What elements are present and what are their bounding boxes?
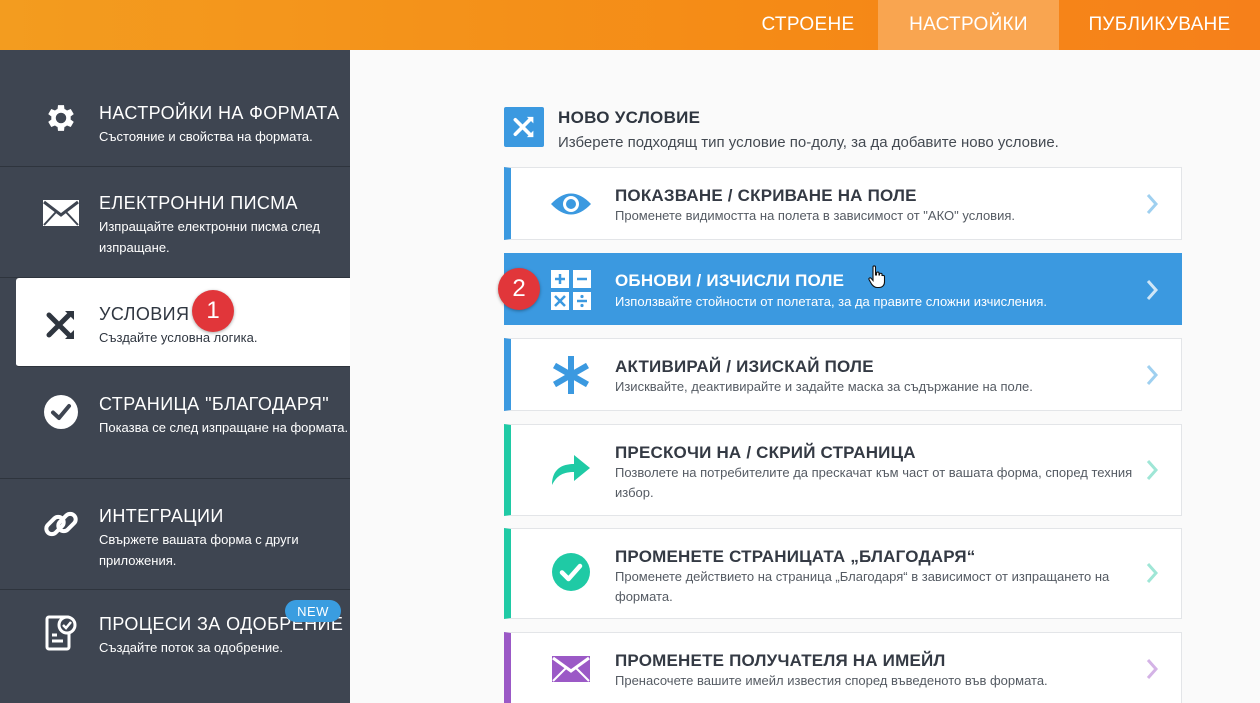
- sidebar-item-title: ИНТЕГРАЦИИ: [99, 506, 224, 526]
- arrow-forward-icon: [547, 445, 595, 493]
- hand-cursor-icon: [868, 265, 886, 289]
- sidebar-item-subtitle: Създайте условна логика.: [99, 330, 258, 345]
- sidebar: НАСТРОЙКИ НА ФОРМАТА Състояние и свойств…: [0, 50, 350, 703]
- sidebar-item-conditions[interactable]: УСЛОВИЯ Създайте условна логика.: [16, 278, 350, 367]
- card-subtitle: Позволете на потребителите да прескачат …: [615, 465, 1133, 500]
- condition-card-update-calculate[interactable]: ОБНОВИ / ИЗЧИСЛИ ПОЛЕ Използвайте стойно…: [504, 253, 1182, 325]
- asterisk-icon: [547, 351, 595, 399]
- sidebar-item-title: ЕЛЕКТРОННИ ПИСМА: [99, 193, 298, 213]
- conditions-icon: [504, 107, 544, 147]
- sidebar-item-subtitle: Свържете вашата форма с други приложения…: [99, 532, 299, 568]
- card-subtitle: Променете действието на страница „Благод…: [615, 569, 1110, 604]
- link-icon: [41, 504, 81, 544]
- chevron-right-icon: [1146, 280, 1159, 300]
- envelope-icon: [547, 645, 595, 693]
- chevron-right-icon: [1146, 659, 1159, 679]
- tab-publish[interactable]: ПУБЛИКУВАНЕ: [1059, 0, 1260, 50]
- sidebar-item-thank-you-page[interactable]: СТРАНИЦА "БЛАГОДАРЯ" Показва се след изп…: [0, 367, 350, 479]
- check-circle-icon: [547, 548, 595, 596]
- sidebar-item-title: НАСТРОЙКИ НА ФОРМАТА: [99, 103, 340, 123]
- conditions-icon: [41, 305, 81, 345]
- sidebar-item-integrations[interactable]: ИНТЕГРАЦИИ Свържете вашата форма с други…: [0, 479, 350, 590]
- condition-card-change-email-recipient[interactable]: ПРОМЕНЕТЕ ПОЛУЧАТЕЛЯ НА ИМЕЙЛ Пренасочет…: [504, 632, 1182, 703]
- chevron-right-icon: [1146, 563, 1159, 583]
- card-title: АКТИВИРАЙ / ИЗИСКАЙ ПОЛЕ: [615, 357, 874, 376]
- new-badge: NEW: [285, 600, 341, 622]
- condition-card-enable-require[interactable]: АКТИВИРАЙ / ИЗИСКАЙ ПОЛЕ Изисквайте, деа…: [504, 338, 1182, 411]
- eye-icon: [547, 180, 595, 228]
- sidebar-item-title: УСЛОВИЯ: [99, 304, 190, 324]
- condition-card-show-hide[interactable]: ПОКАЗВАНЕ / СКРИВАНЕ НА ПОЛЕ Променете в…: [504, 167, 1182, 240]
- card-subtitle: Използвайте стойности от полетата, за да…: [615, 294, 1048, 309]
- approval-icon: [41, 613, 81, 653]
- condition-card-change-thank-you[interactable]: ПРОМЕНЕТЕ СТРАНИЦАТА „БЛАГОДАРЯ“ Промене…: [504, 528, 1182, 619]
- card-subtitle: Променете видимостта на полета в зависим…: [615, 208, 1015, 223]
- card-title: ПРОМЕНЕТЕ ПОЛУЧАТЕЛЯ НА ИМЕЙЛ: [615, 651, 946, 670]
- envelope-icon: [41, 193, 81, 233]
- card-title: ПОКАЗВАНЕ / СКРИВАНЕ НА ПОЛЕ: [615, 186, 917, 205]
- check-circle-icon: [41, 392, 81, 432]
- chevron-right-icon: [1146, 460, 1159, 480]
- gear-icon: [41, 98, 81, 138]
- card-title: ОБНОВИ / ИЗЧИСЛИ ПОЛЕ: [615, 271, 845, 290]
- chevron-right-icon: [1146, 365, 1159, 385]
- condition-card-skip-hide-page[interactable]: ПРЕСКОЧИ НА / СКРИЙ СТРАНИЦА Позволете н…: [504, 424, 1182, 516]
- card-title: ПРОМЕНЕТЕ СТРАНИЦАТА „БЛАГОДАРЯ“: [615, 547, 976, 566]
- sidebar-item-subtitle: Изпращайте електронни писма след изпраща…: [99, 219, 320, 255]
- card-subtitle: Пренасочете вашите имейл известия според…: [615, 673, 1048, 688]
- chevron-right-icon: [1146, 194, 1159, 214]
- sidebar-item-title: СТРАНИЦА "БЛАГОДАРЯ": [99, 394, 330, 414]
- tab-settings[interactable]: НАСТРОЙКИ: [878, 0, 1059, 50]
- page-subtitle: Изберете подходящ тип условие по-долу, з…: [558, 134, 1059, 151]
- page-title: НОВО УСЛОВИЕ: [558, 108, 701, 127]
- top-bar: СТРОЕНЕ НАСТРОЙКИ ПУБЛИКУВАНЕ: [0, 0, 1260, 50]
- calculator-icon: [547, 266, 595, 314]
- step-1-marker: 1: [192, 290, 234, 332]
- sidebar-item-subtitle: Създайте поток за одобрение.: [99, 640, 283, 655]
- top-nav: СТРОЕНЕ НАСТРОЙКИ ПУБЛИКУВАНЕ: [738, 0, 1260, 50]
- card-title: ПРЕСКОЧИ НА / СКРИЙ СТРАНИЦА: [615, 443, 916, 462]
- sidebar-item-subtitle: Показва се след изпращане на формата.: [99, 420, 349, 435]
- sidebar-item-emails[interactable]: ЕЛЕКТРОННИ ПИСМА Изпращайте електронни п…: [0, 167, 350, 278]
- sidebar-item-form-settings[interactable]: НАСТРОЙКИ НА ФОРМАТА Състояние и свойств…: [0, 76, 350, 167]
- card-subtitle: Изисквайте, деактивирайте и задайте маск…: [615, 379, 1033, 394]
- step-2-marker: 2: [498, 268, 540, 310]
- tab-build[interactable]: СТРОЕНЕ: [738, 0, 878, 50]
- sidebar-item-subtitle: Състояние и свойства на формата.: [99, 129, 313, 144]
